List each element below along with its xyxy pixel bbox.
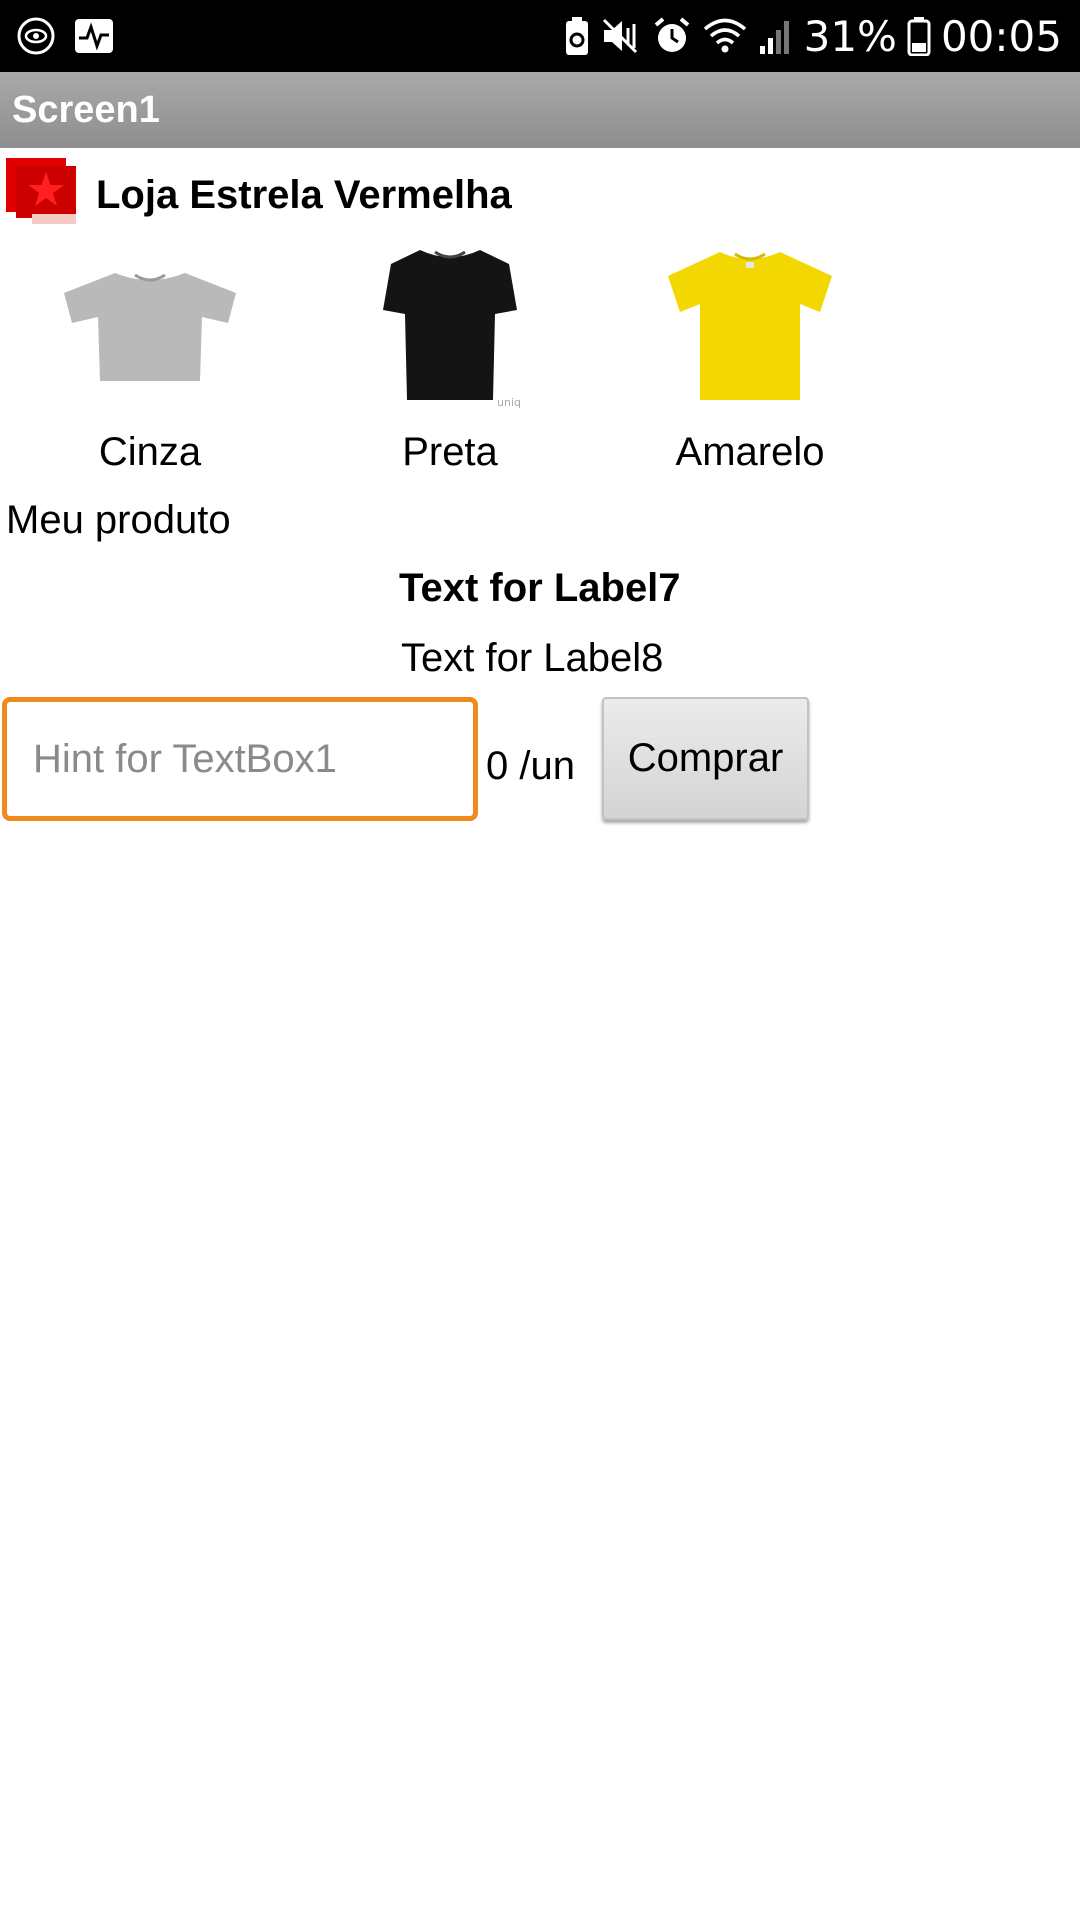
red-star-logo-icon [6, 158, 84, 232]
status-bar: 31% 00:05 [0, 0, 1080, 72]
svg-text:uniq: uniq [497, 396, 521, 409]
price-per-unit: 0 /un [486, 744, 575, 788]
product-preta[interactable]: uniq Preta [300, 240, 600, 475]
title-bar: Screen1 [0, 72, 1080, 148]
product-label-amarelo: Amarelo [675, 430, 825, 474]
yellow-tshirt-image[interactable] [660, 240, 840, 410]
battery-icon [907, 16, 931, 56]
alarm-icon [652, 16, 692, 56]
gray-tshirt-image[interactable] [60, 240, 240, 410]
quantity-textbox[interactable] [2, 697, 478, 821]
signal-icon [758, 16, 794, 56]
product-cinza[interactable]: Cinza [0, 240, 300, 475]
product-heading: Meu produto [6, 498, 231, 542]
battery-saver-icon [564, 16, 590, 56]
label8: Text for Label8 [401, 636, 664, 680]
store-header: Loja Estrela Vermelha [6, 158, 512, 232]
mute-vibrate-icon [600, 16, 642, 56]
wifi-icon [702, 16, 748, 56]
label7: Text for Label7 [399, 566, 681, 610]
activity-monitor-icon [74, 18, 114, 54]
product-label-preta: Preta [402, 430, 498, 474]
product-amarelo[interactable]: Amarelo [600, 240, 900, 475]
eye-chat-icon [16, 16, 56, 56]
status-right-icons: 31% 00:05 [564, 12, 1062, 61]
buy-button[interactable]: Comprar [602, 697, 809, 820]
battery-percent: 31% [803, 11, 897, 61]
screen-title: Screen1 [12, 88, 160, 131]
store-name: Loja Estrela Vermelha [96, 172, 512, 217]
product-label-cinza: Cinza [98, 430, 202, 474]
status-left-icons [16, 16, 114, 56]
black-tshirt-image[interactable]: uniq [375, 240, 525, 410]
clock: 00:05 [940, 11, 1062, 61]
